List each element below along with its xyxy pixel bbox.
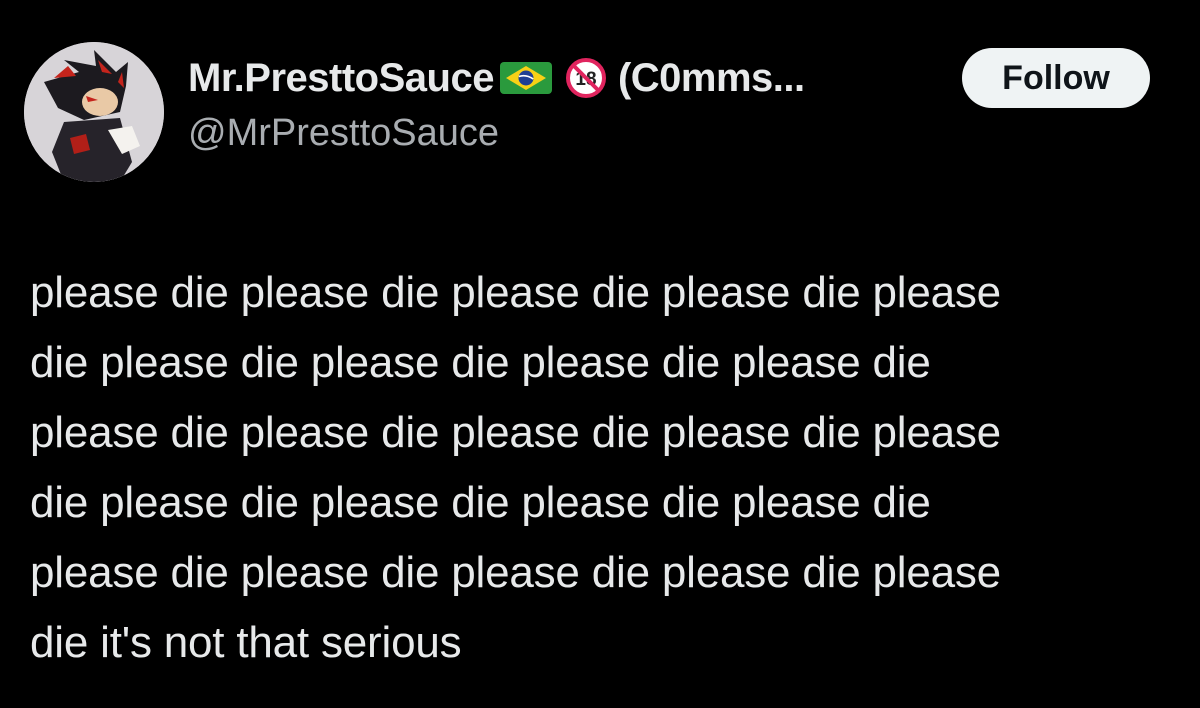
post-text-line: die it's not that serious — [30, 618, 462, 667]
avatar[interactable] — [24, 42, 164, 182]
author-display-name-suffix[interactable]: (C0mms... — [618, 56, 805, 101]
post-text-line: please die please die please die please … — [30, 268, 1001, 317]
post: Mr.PresttoSauce 18 (C0mms... @MrPresttoS… — [0, 0, 1200, 708]
avatar-image — [24, 42, 164, 182]
post-text-line: die please die please die please die ple… — [30, 478, 931, 527]
author-display-name[interactable]: Mr.PresttoSauce — [188, 56, 494, 101]
author-handle[interactable]: @MrPresttoSauce — [188, 112, 499, 155]
post-text: please die please die please die please … — [30, 258, 1190, 678]
brazil-flag-icon — [499, 60, 552, 96]
post-text-line: please die please die please die please … — [30, 408, 1001, 457]
follow-button[interactable]: Follow — [962, 48, 1150, 108]
no-under-18-icon: 18 — [565, 58, 606, 98]
post-text-line: die please die please die please die ple… — [30, 338, 931, 387]
author-name-row[interactable]: Mr.PresttoSauce 18 (C0mms... — [188, 50, 805, 106]
post-text-line: please die please die please die please … — [30, 548, 1001, 597]
